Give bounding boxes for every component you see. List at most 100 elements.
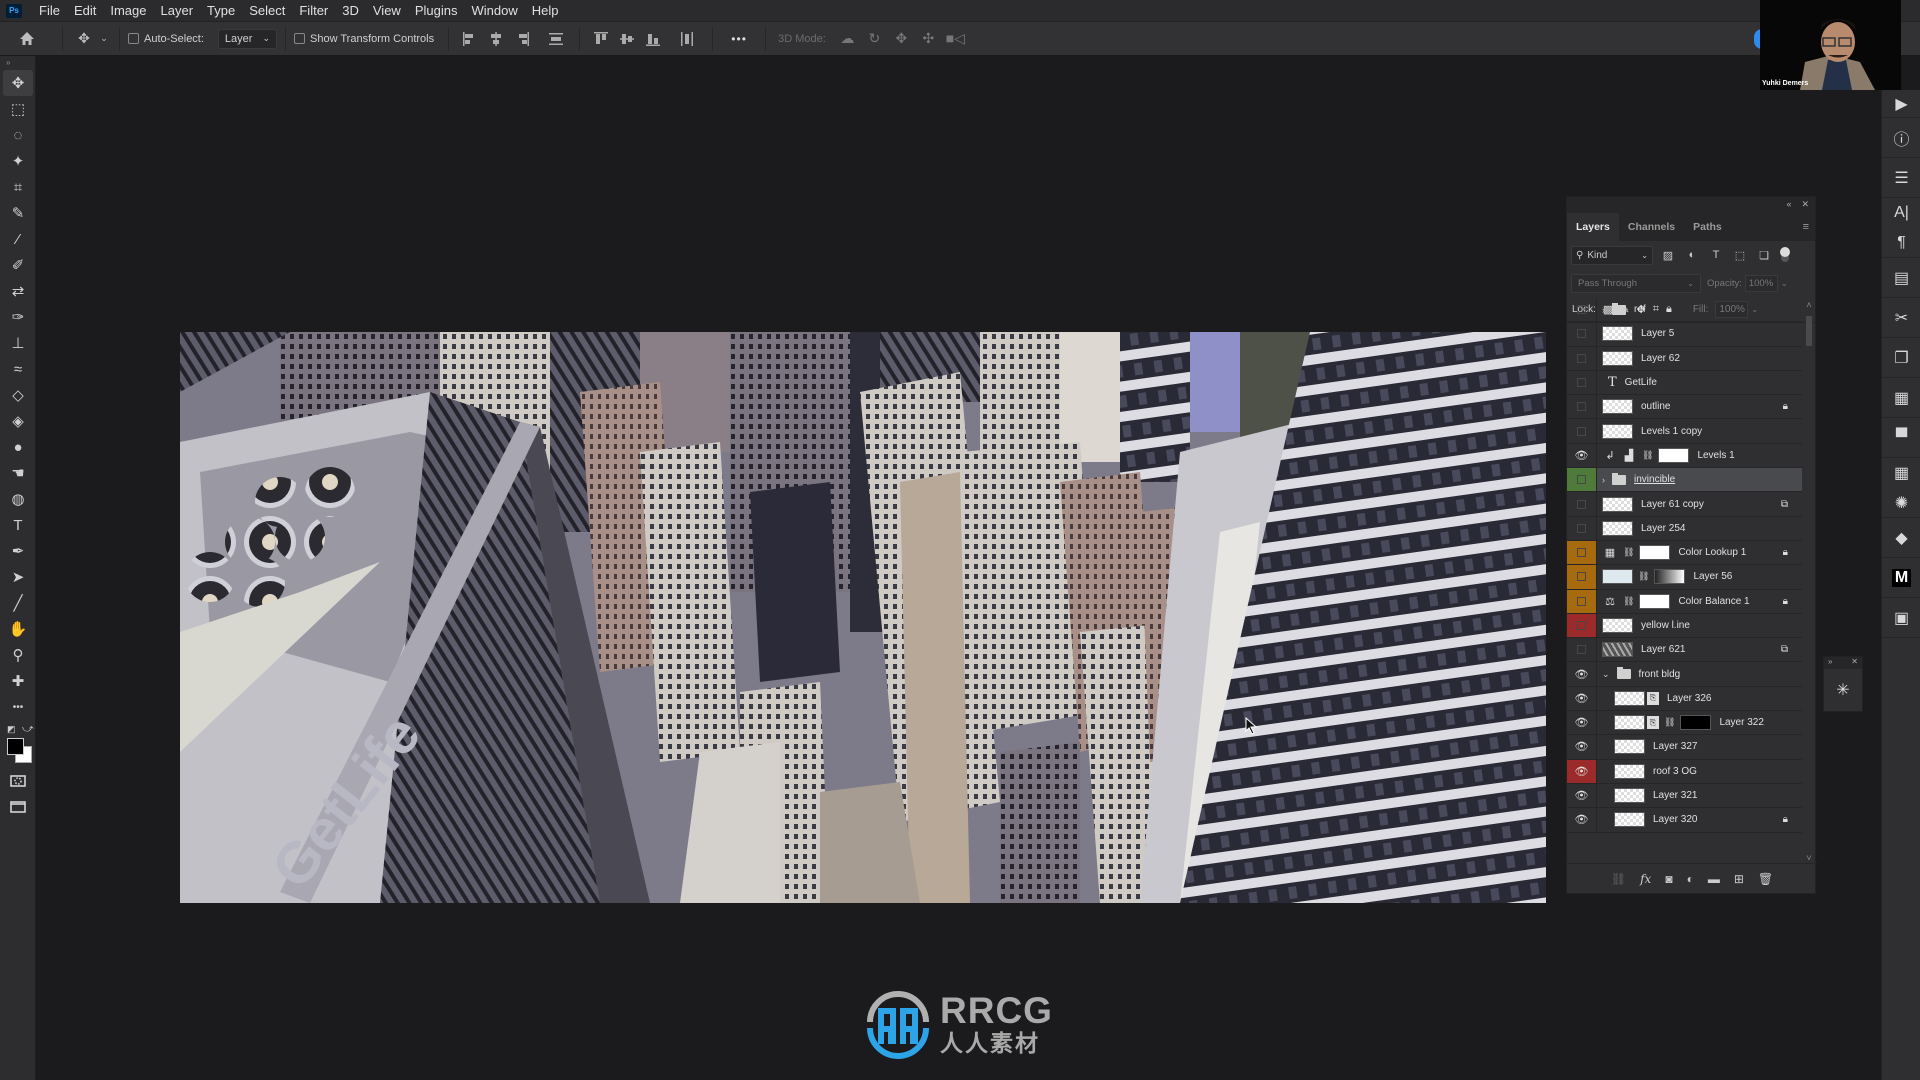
layer-name[interactable]: Layer 621 bbox=[1641, 644, 1685, 655]
home-button[interactable] bbox=[0, 26, 54, 52]
clone-source-panel-button[interactable]: ❐ bbox=[1882, 338, 1920, 378]
align-right-edges-button[interactable] bbox=[511, 28, 533, 50]
layer-row[interactable]: T GetLife bbox=[1567, 370, 1802, 396]
layer-name[interactable]: Layer 5 bbox=[1641, 328, 1674, 339]
new-layer-button[interactable]: ⊞ bbox=[1734, 872, 1744, 886]
layer-row[interactable]: ▦ ⛓ Color Lookup 1 🔒︎ bbox=[1567, 540, 1802, 566]
visibility-toggle[interactable] bbox=[1567, 395, 1597, 419]
layer-name[interactable]: Layer 61 copy bbox=[1641, 499, 1704, 510]
stamp-tool[interactable]: ⊥ bbox=[3, 330, 33, 356]
opacity-input[interactable]: 100% bbox=[1744, 274, 1778, 292]
eraser-tool[interactable]: ◇ bbox=[3, 382, 33, 408]
screen-mode-button[interactable] bbox=[3, 794, 33, 820]
delete-layer-button[interactable]: 🗑︎ bbox=[1758, 872, 1773, 886]
show-transform-check[interactable] bbox=[294, 33, 305, 44]
move-tool[interactable]: ✥ bbox=[3, 70, 33, 96]
menu-file[interactable]: File bbox=[32, 3, 67, 18]
menu-layer[interactable]: Layer bbox=[154, 3, 201, 18]
new-adjustment-button[interactable]: ◐ bbox=[1687, 872, 1694, 886]
layer-row[interactable]: outline 🔒︎ bbox=[1567, 395, 1802, 420]
menu-window[interactable]: Window bbox=[464, 3, 524, 18]
lasso-tool[interactable]: ◌ bbox=[3, 122, 33, 148]
close-panel-icon[interactable]: ✕ bbox=[1801, 199, 1809, 210]
layer-name[interactable]: yellow l.ine bbox=[1641, 620, 1690, 631]
visibility-toggle[interactable] bbox=[1567, 589, 1597, 613]
rectangular-marquee-tool[interactable]: ⬚ bbox=[3, 96, 33, 122]
layer-name[interactable]: Layer 326 bbox=[1667, 693, 1711, 704]
align-left-edges-button[interactable] bbox=[459, 28, 481, 50]
chevron-right-icon[interactable]: › bbox=[1602, 305, 1605, 315]
layer-name[interactable]: Layer 320 bbox=[1653, 814, 1697, 825]
align-vertical-centers-button[interactable] bbox=[616, 28, 638, 50]
scroll-up-icon[interactable]: ˄ bbox=[1802, 300, 1816, 310]
layer-row[interactable]: Layer 254 bbox=[1567, 516, 1802, 541]
3d-slide-button[interactable]: ✣ bbox=[915, 26, 942, 52]
menu-plugins[interactable]: Plugins bbox=[408, 3, 465, 18]
layer-row[interactable]: › invincible bbox=[1567, 468, 1802, 493]
layer-row[interactable]: 👁︎ Layer 321 bbox=[1567, 783, 1802, 809]
menu-select[interactable]: Select bbox=[242, 3, 292, 18]
history-brush-tool[interactable]: ✑ bbox=[3, 304, 33, 330]
magic-wand-tool[interactable]: ✦ bbox=[3, 148, 33, 174]
auto-select-checkbox[interactable]: Auto-Select: bbox=[128, 33, 204, 45]
layer-row[interactable]: 👁︎ ⌄ front bldg bbox=[1567, 662, 1802, 687]
layer-row[interactable]: Levels 1 copy bbox=[1567, 419, 1802, 444]
layer-row[interactable]: Layer 5 bbox=[1567, 322, 1802, 347]
navigator-panel-button[interactable]: ✺ bbox=[1882, 488, 1920, 518]
layer-row[interactable]: 👁︎ ⎘ ⛓ Layer 322 bbox=[1567, 711, 1802, 736]
filter-shape-icon[interactable]: ⬚ bbox=[1731, 249, 1749, 262]
libraries-panel-button[interactable]: ▀ bbox=[1882, 418, 1920, 458]
layer-name[interactable]: Layer 62 bbox=[1641, 353, 1680, 364]
align-horizontal-centers-button[interactable] bbox=[485, 28, 507, 50]
actions-panel-button[interactable]: ▶ bbox=[1882, 90, 1920, 118]
collapse-icon[interactable]: » bbox=[1828, 657, 1832, 669]
layer-row[interactable]: Layer 62 bbox=[1567, 346, 1802, 371]
layer-name[interactable]: outline bbox=[1641, 401, 1670, 412]
layer-name[interactable]: Layer 56 bbox=[1693, 571, 1732, 582]
3d-pan-button[interactable]: ✥ bbox=[888, 26, 915, 52]
menu-type[interactable]: Type bbox=[200, 3, 242, 18]
crop-tool[interactable]: ⌗ bbox=[3, 174, 33, 200]
layer-row[interactable]: 👁︎ ⎘ Layer 326 bbox=[1567, 686, 1802, 712]
new-group-button[interactable]: ▬ bbox=[1708, 872, 1720, 886]
default-colors-icon[interactable]: ◩ bbox=[7, 724, 16, 735]
blend-mode-dropdown[interactable]: Pass Through ⌄ bbox=[1571, 273, 1701, 293]
sparkle-panel-button[interactable]: ✳ bbox=[1824, 669, 1862, 711]
layer-row[interactable]: yellow l.ine bbox=[1567, 613, 1802, 639]
layer-row[interactable]: ⚖ ⛓ Color Balance 1 🔒︎ bbox=[1567, 589, 1802, 614]
visibility-toggle[interactable]: 👁︎ bbox=[1567, 443, 1597, 468]
visibility-toggle[interactable]: 👁︎ bbox=[1567, 759, 1597, 783]
filter-type-icon[interactable]: T bbox=[1707, 249, 1725, 261]
line-tool[interactable]: ╱ bbox=[3, 590, 33, 616]
swatches-panel-button[interactable]: ▦ bbox=[1882, 458, 1920, 488]
edit-toolbar[interactable]: ••• bbox=[3, 694, 33, 720]
tab-channels[interactable]: Channels bbox=[1619, 213, 1684, 241]
layer-name[interactable]: Layer 321 bbox=[1653, 790, 1697, 801]
filter-adjustment-icon[interactable]: ◐ bbox=[1683, 249, 1701, 261]
show-transform-controls-checkbox[interactable]: Show Transform Controls bbox=[294, 33, 434, 45]
visibility-toggle[interactable] bbox=[1567, 468, 1597, 492]
visibility-toggle[interactable] bbox=[1567, 322, 1597, 346]
3d-scale-button[interactable]: ■◁ bbox=[942, 26, 969, 52]
menu-image[interactable]: Image bbox=[103, 3, 153, 18]
layer-name[interactable]: Color Balance 1 bbox=[1678, 596, 1749, 607]
type-tool[interactable]: T bbox=[3, 512, 33, 538]
auto-select-check[interactable] bbox=[128, 33, 139, 44]
visibility-toggle[interactable] bbox=[1567, 613, 1597, 638]
layer-row[interactable]: Layer 61 copy ⧉ bbox=[1567, 492, 1802, 517]
library-folder-button[interactable]: ▣ bbox=[1882, 598, 1920, 638]
layer-row[interactable]: › ref bbox=[1567, 298, 1802, 323]
filter-smart-object-icon[interactable]: ❏ bbox=[1755, 249, 1773, 262]
blur-tool[interactable]: ● bbox=[3, 434, 33, 460]
scroll-down-icon[interactable]: ˅ bbox=[1802, 853, 1816, 863]
visibility-toggle[interactable]: 👁︎ bbox=[1567, 662, 1597, 686]
3d-orbit-button[interactable]: ☁ bbox=[834, 26, 861, 52]
layer-name[interactable]: Layer 254 bbox=[1641, 523, 1685, 534]
menu-filter[interactable]: Filter bbox=[292, 3, 335, 18]
expand-toolbar-button[interactable]: » bbox=[0, 56, 35, 70]
visibility-toggle[interactable] bbox=[1567, 298, 1597, 322]
visibility-toggle[interactable] bbox=[1567, 419, 1597, 443]
distribute-vertical-button[interactable] bbox=[545, 28, 567, 50]
move-tool-preset-button[interactable]: ✥ bbox=[71, 26, 97, 52]
align-top-edges-button[interactable] bbox=[590, 28, 612, 50]
